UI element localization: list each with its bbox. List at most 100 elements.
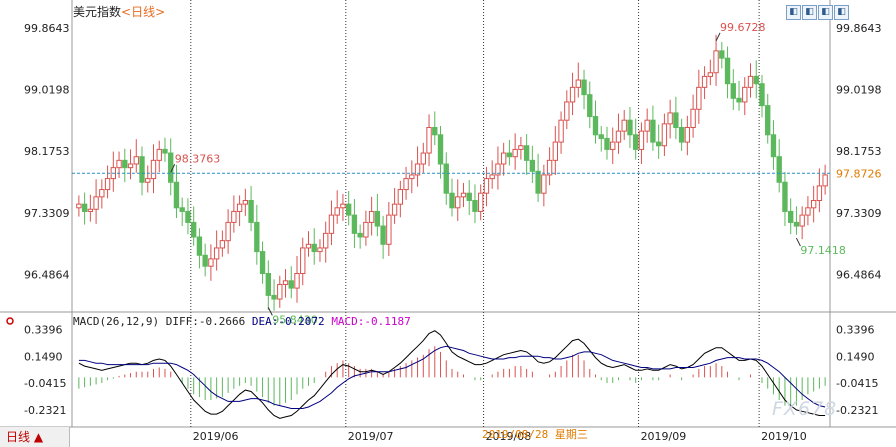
candle-body <box>598 134 604 139</box>
candle-body <box>627 119 633 136</box>
local-high-label: 98.3763 <box>175 152 221 165</box>
candle-body <box>455 196 461 209</box>
candle-body <box>759 83 765 107</box>
candle-body <box>380 225 386 245</box>
price-axis-label-right: 97.3309 <box>836 207 882 220</box>
macd-axis-label-left: 0.3396 <box>24 323 63 336</box>
candle-body <box>168 152 174 183</box>
candle-body <box>334 207 340 216</box>
candle-body <box>529 159 536 172</box>
candle-body <box>638 130 645 150</box>
candle-body <box>357 232 363 238</box>
candle-body <box>575 79 581 88</box>
candle-body <box>76 203 82 209</box>
candle-body <box>615 130 622 143</box>
candle-body <box>179 207 185 212</box>
local-low-label: 97.1418 <box>800 244 846 257</box>
candle-body <box>822 174 828 187</box>
candle-body <box>368 210 375 223</box>
candle-body <box>535 170 541 194</box>
macd-axis-label-right: 0.1490 <box>836 350 875 363</box>
candle-body <box>145 178 151 183</box>
candle-body <box>202 254 208 267</box>
candle-body <box>701 75 708 88</box>
candle-body <box>426 127 432 154</box>
candle-body <box>518 145 524 150</box>
watermark: FX678 <box>772 398 838 420</box>
candle-body <box>655 141 662 147</box>
candle-body <box>581 79 587 96</box>
candle-body <box>541 174 547 194</box>
candle-body <box>328 214 335 234</box>
x-axis-label: 2019/10 <box>761 430 807 443</box>
price-axis-label-right: 96.4864 <box>836 268 882 281</box>
candle-body <box>696 86 702 110</box>
candle-body <box>122 159 128 169</box>
candle-body <box>564 101 570 121</box>
candle-body <box>397 189 404 205</box>
price-axis-label-left: 97.3309 <box>24 207 70 220</box>
candle-body <box>248 200 254 223</box>
candle-body <box>569 86 576 103</box>
candle-body <box>236 203 243 212</box>
candle-body <box>173 181 180 209</box>
candle-body <box>644 119 650 132</box>
candle-body <box>351 214 358 234</box>
candle-body <box>162 148 168 154</box>
candle-body <box>713 50 719 74</box>
candle-body <box>81 203 88 212</box>
candle-body <box>719 50 725 59</box>
candle-body <box>805 207 811 216</box>
candle-body <box>782 181 788 212</box>
candle-body <box>386 214 392 245</box>
candle-body <box>340 203 346 209</box>
candle-body <box>793 221 800 227</box>
candle-body <box>104 178 111 191</box>
toolbar-button-4[interactable]: ◧ <box>834 5 849 20</box>
candle-body <box>345 203 352 216</box>
candle-body <box>87 208 94 212</box>
candle-body <box>225 221 231 242</box>
chart-svg[interactable]: 99.8643 99.8643 99.0198 99.0198 98.1753 98.17… <box>0 0 896 447</box>
macd-axis-label-right: -0.2321 <box>836 404 878 417</box>
candle-body <box>300 247 306 274</box>
candle-body <box>294 273 300 289</box>
candle-body <box>472 200 478 212</box>
candle-body <box>788 210 794 223</box>
period-badge[interactable]: <日线> <box>121 5 165 19</box>
macd-axis-label-left: -0.2321 <box>24 404 66 417</box>
candle-body <box>196 236 203 256</box>
candle-body <box>724 57 731 85</box>
candle-body <box>483 178 490 194</box>
candle-body <box>420 152 426 165</box>
candle-body <box>317 247 323 253</box>
toolbar-button-3[interactable]: ◧ <box>818 5 833 20</box>
macd-axis-label-right: 0.3396 <box>836 323 875 336</box>
candle-body <box>753 75 759 85</box>
cursor-date: 2019/08/28 星期三 <box>482 428 588 441</box>
candle-body <box>523 145 530 161</box>
toolbar-button-2[interactable]: ◧ <box>802 5 817 20</box>
candle-body <box>770 134 777 158</box>
candle-body <box>678 127 685 143</box>
candle-body <box>282 280 289 285</box>
period-tab[interactable]: 日线 ▲ <box>0 427 70 447</box>
macd-macd-value: MACD:-0.1187 <box>331 315 411 328</box>
price-axis-label-left: 96.4864 <box>24 268 70 281</box>
candle-body <box>730 83 736 99</box>
candle-body <box>546 159 553 176</box>
candle-body <box>265 273 271 296</box>
x-axis-label: 2019/09 <box>641 430 687 443</box>
candle-body <box>443 163 449 194</box>
price-axis-label-right: 98.1753 <box>836 145 882 158</box>
candle-body <box>587 94 593 118</box>
chart-title: 美元指数<日线> <box>73 3 165 20</box>
candle-body <box>592 116 599 136</box>
candle-body <box>242 200 249 205</box>
candle-body <box>816 185 823 201</box>
candle-body <box>747 75 754 88</box>
price-axis-label-left: 99.0198 <box>24 84 70 97</box>
candle-body <box>231 210 237 223</box>
toolbar-button-1[interactable]: ◧ <box>786 5 801 20</box>
candle-body <box>661 123 668 147</box>
